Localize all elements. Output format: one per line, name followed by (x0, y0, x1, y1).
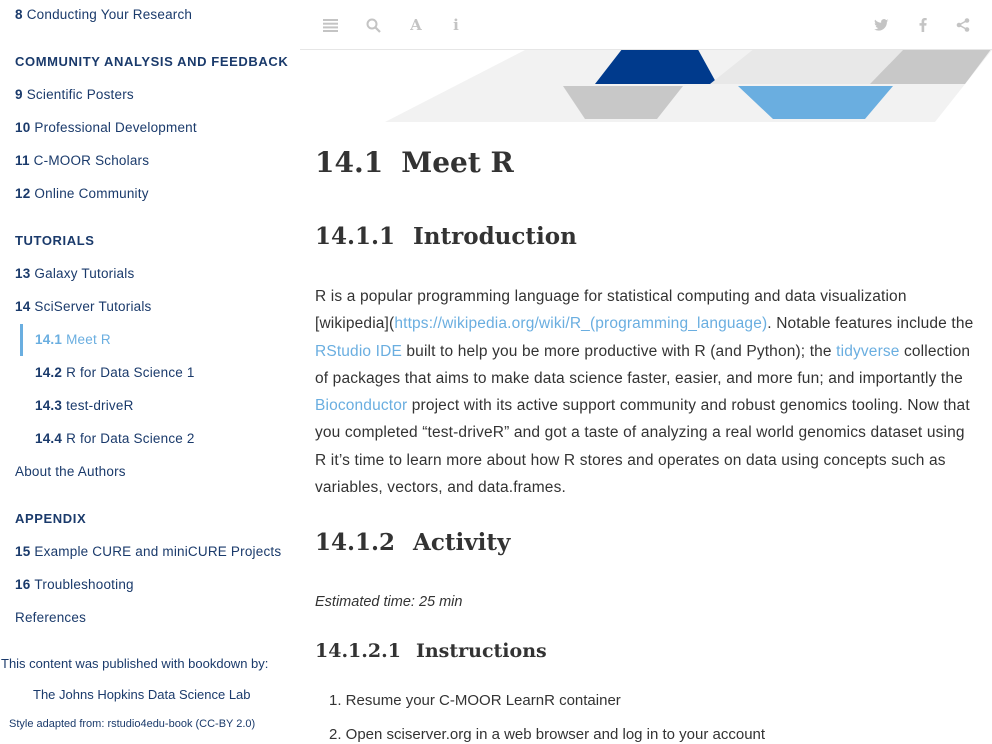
toc-item-12[interactable]: 12 Online Community (15, 186, 149, 201)
heading-activity: 14.1.2 Activity (315, 529, 511, 556)
credits-published: This content was published with bookdown… (1, 656, 269, 671)
toc-section-community: COMMUNITY ANALYSIS AND FEEDBACK (15, 54, 289, 69)
toc-toggle-icon[interactable] (320, 16, 340, 34)
heading-introduction: 14.1.1 Introduction (315, 223, 577, 250)
active-indicator (20, 324, 23, 356)
toc-section-tutorials: TUTORIALS (15, 233, 95, 248)
credits-style-link[interactable]: Style adapted from: rstudio4edu-book (CC… (9, 718, 255, 730)
wikipedia-link[interactable]: https://wikipedia.org/wiki/R_(programmin… (394, 315, 767, 332)
facebook-icon[interactable] (913, 16, 933, 34)
toc-item-16[interactable]: 16 Troubleshooting (15, 577, 134, 592)
intro-paragraph: R is a popular programming language for … (315, 288, 974, 497)
toc-item-14[interactable]: 14 SciServer Tutorials (15, 299, 152, 314)
info-icon[interactable]: i (446, 16, 466, 34)
toc-item-about-authors[interactable]: About the Authors (15, 464, 126, 479)
list-item: 1. Resume your C-MOOR LearnR container (329, 692, 621, 709)
heading-instructions: 14.1.2.1 Instructions (315, 640, 547, 662)
toc-item-14-2[interactable]: 14.2 R for Data Science 1 (35, 365, 195, 380)
book-toolbar: A i (300, 0, 992, 50)
toc-item-references[interactable]: References (15, 610, 86, 625)
toc-item-10[interactable]: 10 Professional Development (15, 120, 197, 135)
tidyverse-link[interactable]: tidyverse (836, 343, 899, 360)
toc-item-8[interactable]: 8 Conducting Your Research (15, 7, 192, 22)
page-title: 14.1 Meet R (315, 146, 514, 179)
toc-item-14-4[interactable]: 14.4 R for Data Science 2 (35, 431, 195, 446)
search-icon[interactable] (363, 16, 383, 34)
list-item: 2. Open sciserver.org in a web browser a… (329, 726, 766, 743)
sidebar: 8 Conducting Your Research COMMUNITY ANAL… (0, 0, 300, 744)
main-content: 14.1 Meet R 14.1.1 Introduction R is a pop… (315, 0, 992, 744)
toc-item-15[interactable]: 15 Example CURE and miniCURE Projects (15, 544, 281, 559)
toc-section-appendix: APPENDIX (15, 511, 87, 526)
toc-item-14-1-active[interactable]: 14.1 Meet R (35, 332, 111, 347)
estimated-time: Estimated time: 25 min (315, 594, 463, 610)
bioconductor-link[interactable]: Bioconductor (315, 397, 407, 414)
share-icon[interactable] (953, 16, 973, 34)
toc-item-11[interactable]: 11 C-MOOR Scholars (15, 153, 149, 168)
toc-item-9[interactable]: 9 Scientific Posters (15, 87, 134, 102)
twitter-icon[interactable] (871, 16, 891, 34)
font-settings-icon[interactable]: A (406, 16, 426, 34)
toc-item-13[interactable]: 13 Galaxy Tutorials (15, 266, 134, 281)
credits-lab-link[interactable]: The Johns Hopkins Data Science Lab (33, 687, 251, 702)
rstudio-ide-link[interactable]: RStudio IDE (315, 343, 402, 360)
toc-item-14-3[interactable]: 14.3 test-driveR (35, 398, 134, 413)
